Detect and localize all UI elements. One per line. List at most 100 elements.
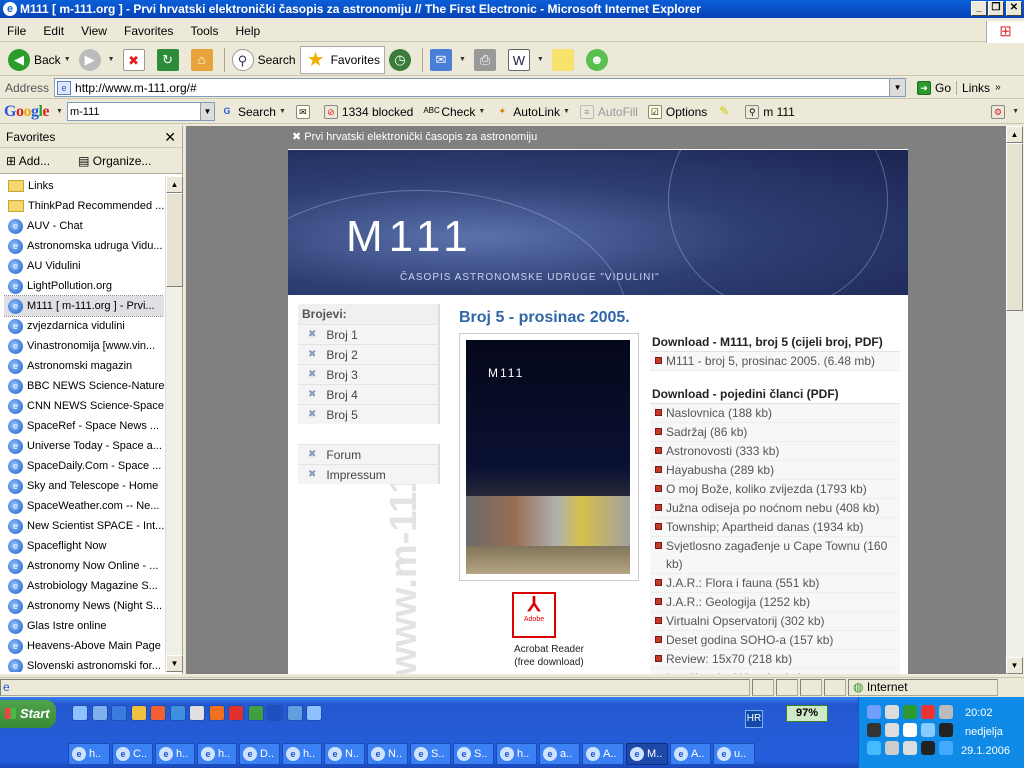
favorite-item[interactable]: ThinkPad Recommended ... xyxy=(4,196,164,216)
download-link[interactable]: O moj Bože, koliko zvijezda (1793 kb) xyxy=(650,480,900,499)
menu-favorites[interactable]: Favorites xyxy=(117,24,180,38)
tray-icon[interactable] xyxy=(921,741,935,755)
nav-item[interactable]: ✖ Broj 1 xyxy=(298,324,440,344)
acrobat-reader-icon[interactable]: ⅄ Adobe xyxy=(512,592,556,638)
tray-icon[interactable] xyxy=(885,705,899,719)
download-link[interactable]: Sadržaj (86 kb) xyxy=(650,423,900,442)
taskbar-window-button[interactable]: e a.. xyxy=(539,743,580,765)
favorite-item[interactable]: e SpaceRef - Space News ... xyxy=(4,416,164,436)
tray-icon[interactable] xyxy=(885,741,899,755)
favorite-item[interactable]: e AU Vidulini xyxy=(4,256,164,276)
stop-button[interactable]: ✖ xyxy=(119,46,153,74)
cover-frame[interactable]: M111 xyxy=(459,333,639,581)
messenger-button[interactable]: ☻ xyxy=(582,46,616,74)
favorite-item[interactable]: Links xyxy=(4,176,164,196)
nav-item[interactable]: ✖ Broj 4 xyxy=(298,384,440,404)
quick-launch-icon[interactable] xyxy=(286,705,303,721)
search-term-button[interactable]: ⚲ m 111 xyxy=(740,104,800,119)
nav-item[interactable]: ✖ Broj 3 xyxy=(298,364,440,384)
quick-launch-icon[interactable] xyxy=(228,705,244,721)
minimize-button[interactable]: _ xyxy=(971,1,987,16)
forward-button[interactable]: ▶ ▼ xyxy=(75,46,119,74)
nav-item[interactable]: ✖ Impressum xyxy=(298,464,440,484)
favorite-item[interactable]: e Universe Today - Space a... xyxy=(4,436,164,456)
download-link[interactable]: Južna odiseja po noćnom nebu (408 kb) xyxy=(650,499,900,518)
favorite-item[interactable]: e New Scientist SPACE - Int... xyxy=(4,516,164,536)
scroll-thumb[interactable] xyxy=(166,193,183,287)
battery-gauge[interactable]: 97% xyxy=(786,705,828,722)
scroll-down-icon[interactable]: ▼ xyxy=(166,655,183,672)
maximize-button[interactable]: ❐ xyxy=(988,1,1004,16)
quick-launch-icon[interactable] xyxy=(169,705,186,721)
taskbar-window-button[interactable]: e C.. xyxy=(112,743,153,765)
quick-launch-icon[interactable] xyxy=(247,705,264,721)
download-link[interactable]: Review: 15x70 (218 kb) xyxy=(650,650,900,669)
edit-button[interactable]: W ▼ xyxy=(504,46,548,74)
tray-icon[interactable] xyxy=(903,723,917,737)
taskbar-window-button[interactable]: e u.. xyxy=(713,743,755,765)
download-link[interactable]: J.A.R.: Geologija (1252 kb) xyxy=(650,593,900,612)
quick-launch-icon[interactable] xyxy=(208,705,225,721)
spellcheck-button[interactable]: ABC Check ▼ xyxy=(418,105,490,119)
address-dropdown-icon[interactable]: ▼ xyxy=(889,79,906,96)
autofill-button[interactable]: ≡ AutoFill xyxy=(575,104,643,119)
download-link[interactable]: M111 - broj 5, prosinac 2005. (6.48 mb) xyxy=(650,352,900,371)
tray-icon[interactable] xyxy=(939,723,953,737)
favorite-item[interactable]: e Astronomy Now Online - ... xyxy=(4,556,164,576)
tray-icon[interactable] xyxy=(867,741,881,755)
taskbar-window-button[interactable]: e h.. xyxy=(68,743,110,765)
taskbar-window-button[interactable]: e S.. xyxy=(410,743,451,765)
menu-view[interactable]: View xyxy=(74,24,114,38)
tray-icon[interactable] xyxy=(903,741,917,755)
notes-button[interactable] xyxy=(548,46,582,74)
quick-launch-icon[interactable] xyxy=(306,705,322,721)
tray-icon[interactable] xyxy=(939,741,953,755)
page-scroll-down-icon[interactable]: ▼ xyxy=(1006,657,1023,674)
google-search-input[interactable]: m-111 ▼ xyxy=(66,102,215,121)
favorite-item[interactable]: e Heavens-Above Main Page xyxy=(4,636,164,656)
google-logo[interactable]: Google xyxy=(0,103,53,121)
taskbar-window-button[interactable]: e N.. xyxy=(324,743,365,765)
tray-icon[interactable] xyxy=(921,705,935,719)
language-indicator[interactable]: HR xyxy=(745,710,763,728)
quick-launch-icon[interactable] xyxy=(130,705,147,721)
tray-icon[interactable] xyxy=(867,723,881,737)
add-favorite-button[interactable]: ⊞ Add... xyxy=(6,154,64,168)
taskbar-window-button[interactable]: e M.. xyxy=(626,743,668,765)
close-button[interactable]: ✕ xyxy=(1006,1,1022,16)
download-link[interactable]: Astronovosti (333 kb) xyxy=(650,442,900,461)
favorite-item[interactable]: e LightPollution.org xyxy=(4,276,164,296)
favorite-item[interactable]: e Glas Istre online xyxy=(4,616,164,636)
taskbar-window-button[interactable]: e h.. xyxy=(496,743,537,765)
favorite-item[interactable]: e Astrobiology Magazine S... xyxy=(4,576,164,596)
magazine-cover-image[interactable]: M111 xyxy=(466,340,630,574)
favorite-item[interactable]: e SpaceWeather.com -- Ne... xyxy=(4,496,164,516)
start-button[interactable]: Start xyxy=(0,700,56,728)
search-button[interactable]: ⚲ Search xyxy=(228,46,300,74)
highlight-button[interactable]: ✎ xyxy=(712,105,740,119)
tray-icon[interactable] xyxy=(939,705,953,719)
favorite-item[interactable]: e Astronomy News (Night S... xyxy=(4,596,164,616)
page-scroll-thumb[interactable] xyxy=(1006,143,1023,311)
quick-launch-icon[interactable] xyxy=(267,705,283,721)
download-link[interactable]: Naslovnica (188 kb) xyxy=(650,404,900,423)
download-link[interactable]: J.A.R.: Flora i fauna (551 kb) xyxy=(650,574,900,593)
quick-launch-icon[interactable] xyxy=(111,705,127,721)
go-button[interactable]: ➜ Go xyxy=(912,80,956,95)
nav-item[interactable]: ✖ Broj 5 xyxy=(298,404,440,424)
quick-launch-icon[interactable] xyxy=(189,705,205,721)
taskbar-window-button[interactable]: e A.. xyxy=(670,743,711,765)
favorite-item[interactable]: e SpaceDaily.Com - Space ... xyxy=(4,456,164,476)
taskbar-window-button[interactable]: e N.. xyxy=(367,743,408,765)
google-search-button[interactable]: G Search ▼ xyxy=(215,105,291,119)
page-scrollbar[interactable]: ▲ ▼ xyxy=(1006,126,1024,674)
download-link[interactable]: Township; Apartheid danas (1934 kb) xyxy=(650,518,900,537)
taskbar-window-button[interactable]: e D.. xyxy=(239,743,280,765)
tray-icon[interactable] xyxy=(921,723,935,737)
tray-icon[interactable] xyxy=(885,723,899,737)
download-link[interactable]: Svjetlosno zagađenje u Cape Townu (160 k… xyxy=(650,537,900,574)
nav-item[interactable]: ✖ Broj 2 xyxy=(298,344,440,364)
favorite-item[interactable]: e CNN NEWS Science-Space xyxy=(4,396,164,416)
taskbar-window-button[interactable]: e h.. xyxy=(282,743,322,765)
options-button[interactable]: ☑ Options xyxy=(643,104,712,119)
